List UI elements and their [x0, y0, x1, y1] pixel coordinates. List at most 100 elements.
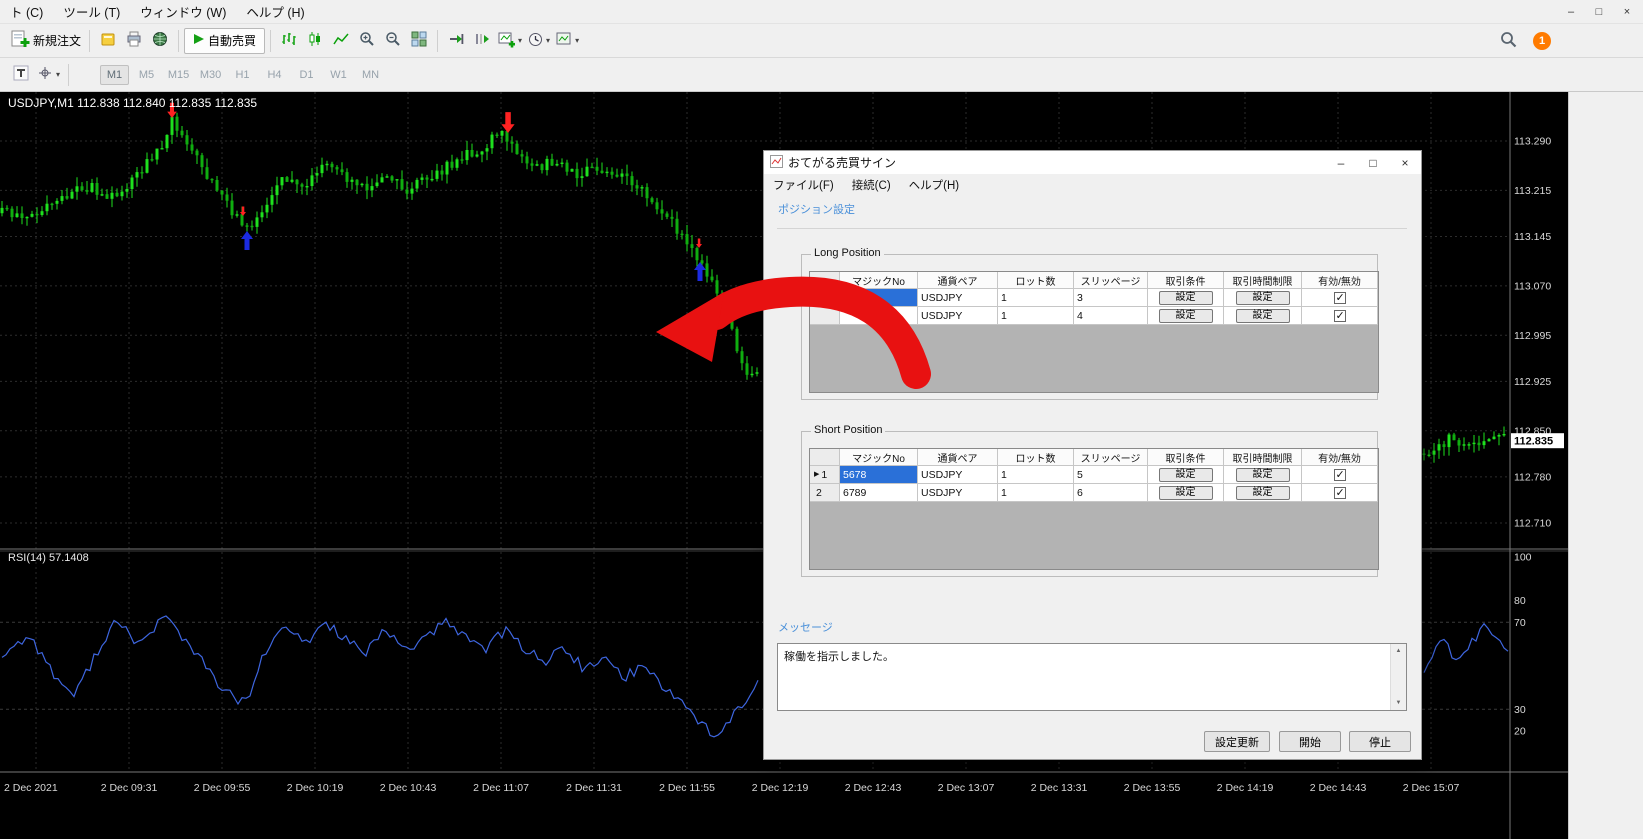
trade-conditions-config-button[interactable]: 設定 [1158, 467, 1213, 482]
tab-position-settings[interactable]: ポジション設定 [778, 201, 855, 217]
message-box[interactable]: 稼働を指示しました。 ▲ ▼ [777, 643, 1407, 711]
update-settings-button[interactable]: 設定更新 [1204, 731, 1270, 752]
time-limit-config-button[interactable]: 設定 [1235, 308, 1290, 323]
timeframe-d1[interactable]: D1 [292, 65, 321, 85]
candlestick-chart-button[interactable] [302, 28, 328, 54]
new-order-button[interactable]: 新規注文 [8, 28, 84, 54]
long-position-title: Long Position [811, 247, 884, 259]
dialog-maximize-button[interactable]: □ [1357, 151, 1389, 174]
timeframe-m30[interactable]: M30 [196, 65, 225, 85]
dialog-menu-connect[interactable]: 接続(C) [843, 175, 900, 195]
menu-window[interactable]: ウィンドウ (W) [130, 0, 236, 24]
periods-dropdown-button[interactable]: ▾ [525, 28, 553, 54]
start-button[interactable]: 開始 [1279, 731, 1341, 752]
crosshair-icon [37, 65, 53, 84]
bar-chart-button[interactable] [276, 28, 302, 54]
auto-trading-label: 自動売買 [208, 34, 257, 48]
currency-pair-cell[interactable]: USDJPY [918, 484, 998, 502]
lot-size-cell[interactable]: 1 [998, 466, 1074, 484]
search-button[interactable] [1495, 28, 1521, 54]
lot-size-cell[interactable]: 1 [998, 289, 1074, 307]
zoom-in-icon [359, 31, 375, 50]
line-chart-button[interactable] [328, 28, 354, 54]
accounts-icon [100, 31, 116, 50]
timeframe-mn[interactable]: MN [356, 65, 385, 85]
trade-conditions-config-button[interactable]: 設定 [1158, 485, 1213, 500]
slippage-cell[interactable]: 5 [1074, 466, 1148, 484]
timeframe-w1[interactable]: W1 [324, 65, 353, 85]
enabled-checkbox[interactable] [1333, 309, 1346, 322]
dialog-minimize-button[interactable]: – [1325, 151, 1357, 174]
menu-help[interactable]: ヘルプ (H) [236, 0, 314, 24]
cursor-button[interactable] [8, 62, 34, 88]
magic-no-cell[interactable]: 1234 [840, 289, 918, 307]
lot-size-cell[interactable]: 1 [998, 307, 1074, 325]
trade-conditions-config-button[interactable]: 設定 [1158, 290, 1213, 305]
print-button[interactable] [121, 28, 147, 54]
slippage-cell[interactable]: 3 [1074, 289, 1148, 307]
short-position-title: Short Position [811, 424, 886, 436]
tile-windows-button[interactable] [406, 28, 432, 54]
web-button[interactable] [147, 28, 173, 54]
row-header-cell[interactable]: ▶ [810, 289, 840, 307]
dialog-menu-help[interactable]: ヘルプ(H) [900, 175, 968, 195]
magic-no-cell[interactable] [840, 307, 918, 325]
message-scrollbar[interactable]: ▲ ▼ [1390, 644, 1406, 710]
currency-pair-cell[interactable]: USDJPY [918, 466, 998, 484]
slippage-cell[interactable]: 4 [1074, 307, 1148, 325]
new-order-icon [11, 30, 30, 51]
menu-chart[interactable]: ト (C) [0, 0, 53, 24]
dialog-menu-file[interactable]: ファイル(F) [764, 175, 843, 195]
ea-dialog-window: おてがる売買サイン – □ × ファイル(F) 接続(C) ヘルプ(H) ポジシ… [763, 150, 1422, 760]
enabled-checkbox[interactable] [1333, 486, 1346, 499]
magic-no-cell[interactable]: 5678 [840, 466, 918, 484]
scroll-up-icon[interactable]: ▲ [1396, 644, 1402, 658]
svg-text:2 Dec 12:19: 2 Dec 12:19 [752, 782, 809, 794]
enabled-checkbox[interactable] [1333, 468, 1346, 481]
dialog-close-button[interactable]: × [1389, 151, 1421, 174]
rsi-indicator-label: RSI(14) 57.1408 [8, 552, 89, 564]
svg-text:2 Dec 10:43: 2 Dec 10:43 [380, 782, 437, 794]
indicators-dropdown-button[interactable]: ▾ [495, 28, 525, 54]
row-header-cell[interactable]: ▶ 1 [810, 466, 840, 484]
timeframe-h1[interactable]: H1 [228, 65, 257, 85]
time-limit-config-button[interactable]: 設定 [1235, 467, 1290, 482]
auto-trading-toggle[interactable]: 自動売買 [184, 27, 266, 54]
time-limit-config-button[interactable]: 設定 [1235, 485, 1290, 500]
templates-dropdown-button[interactable]: ▾ [553, 28, 582, 54]
auto-scroll-button[interactable] [443, 28, 469, 54]
toolbar-right-cluster: 1 [1495, 28, 1551, 54]
notification-badge[interactable]: 1 [1533, 32, 1551, 50]
timeframe-m15[interactable]: M15 [164, 65, 193, 85]
table-empty-area [810, 325, 1378, 392]
time-limit-config-button[interactable]: 設定 [1235, 290, 1290, 305]
enabled-checkbox[interactable] [1333, 291, 1346, 304]
trade-conditions-config-button[interactable]: 設定 [1158, 308, 1213, 323]
zoom-in-button[interactable] [354, 28, 380, 54]
timeframe-m5[interactable]: M5 [132, 65, 161, 85]
accounts-button[interactable] [95, 28, 121, 54]
stop-button[interactable]: 停止 [1349, 731, 1411, 752]
col-rowheader [810, 272, 840, 289]
crosshair-dropdown-button[interactable]: ▾ [34, 62, 63, 88]
col-trade-conditions: 取引条件 [1148, 272, 1224, 289]
currency-pair-cell[interactable]: USDJPY [918, 289, 998, 307]
svg-text:70: 70 [1514, 617, 1526, 629]
window-minimize-button[interactable]: – [1557, 3, 1585, 21]
timeframe-h4[interactable]: H4 [260, 65, 289, 85]
scroll-down-icon[interactable]: ▼ [1396, 696, 1402, 710]
row-header-cell[interactable]: 2 [810, 484, 840, 502]
chart-shift-button[interactable] [469, 28, 495, 54]
timeframe-m1[interactable]: M1 [100, 64, 130, 85]
lot-size-cell[interactable]: 1 [998, 484, 1074, 502]
currency-pair-cell[interactable]: USDJPY [918, 307, 998, 325]
zoom-out-button[interactable] [380, 28, 406, 54]
tile-windows-icon [411, 31, 427, 50]
window-close-button[interactable]: × [1613, 3, 1641, 21]
row-header-cell[interactable] [810, 307, 840, 325]
dialog-titlebar[interactable]: おてがる売買サイン – □ × [764, 151, 1421, 174]
menu-tools[interactable]: ツール (T) [53, 0, 130, 24]
slippage-cell[interactable]: 6 [1074, 484, 1148, 502]
magic-no-cell[interactable]: 6789 [840, 484, 918, 502]
window-maximize-button[interactable]: □ [1585, 3, 1613, 21]
